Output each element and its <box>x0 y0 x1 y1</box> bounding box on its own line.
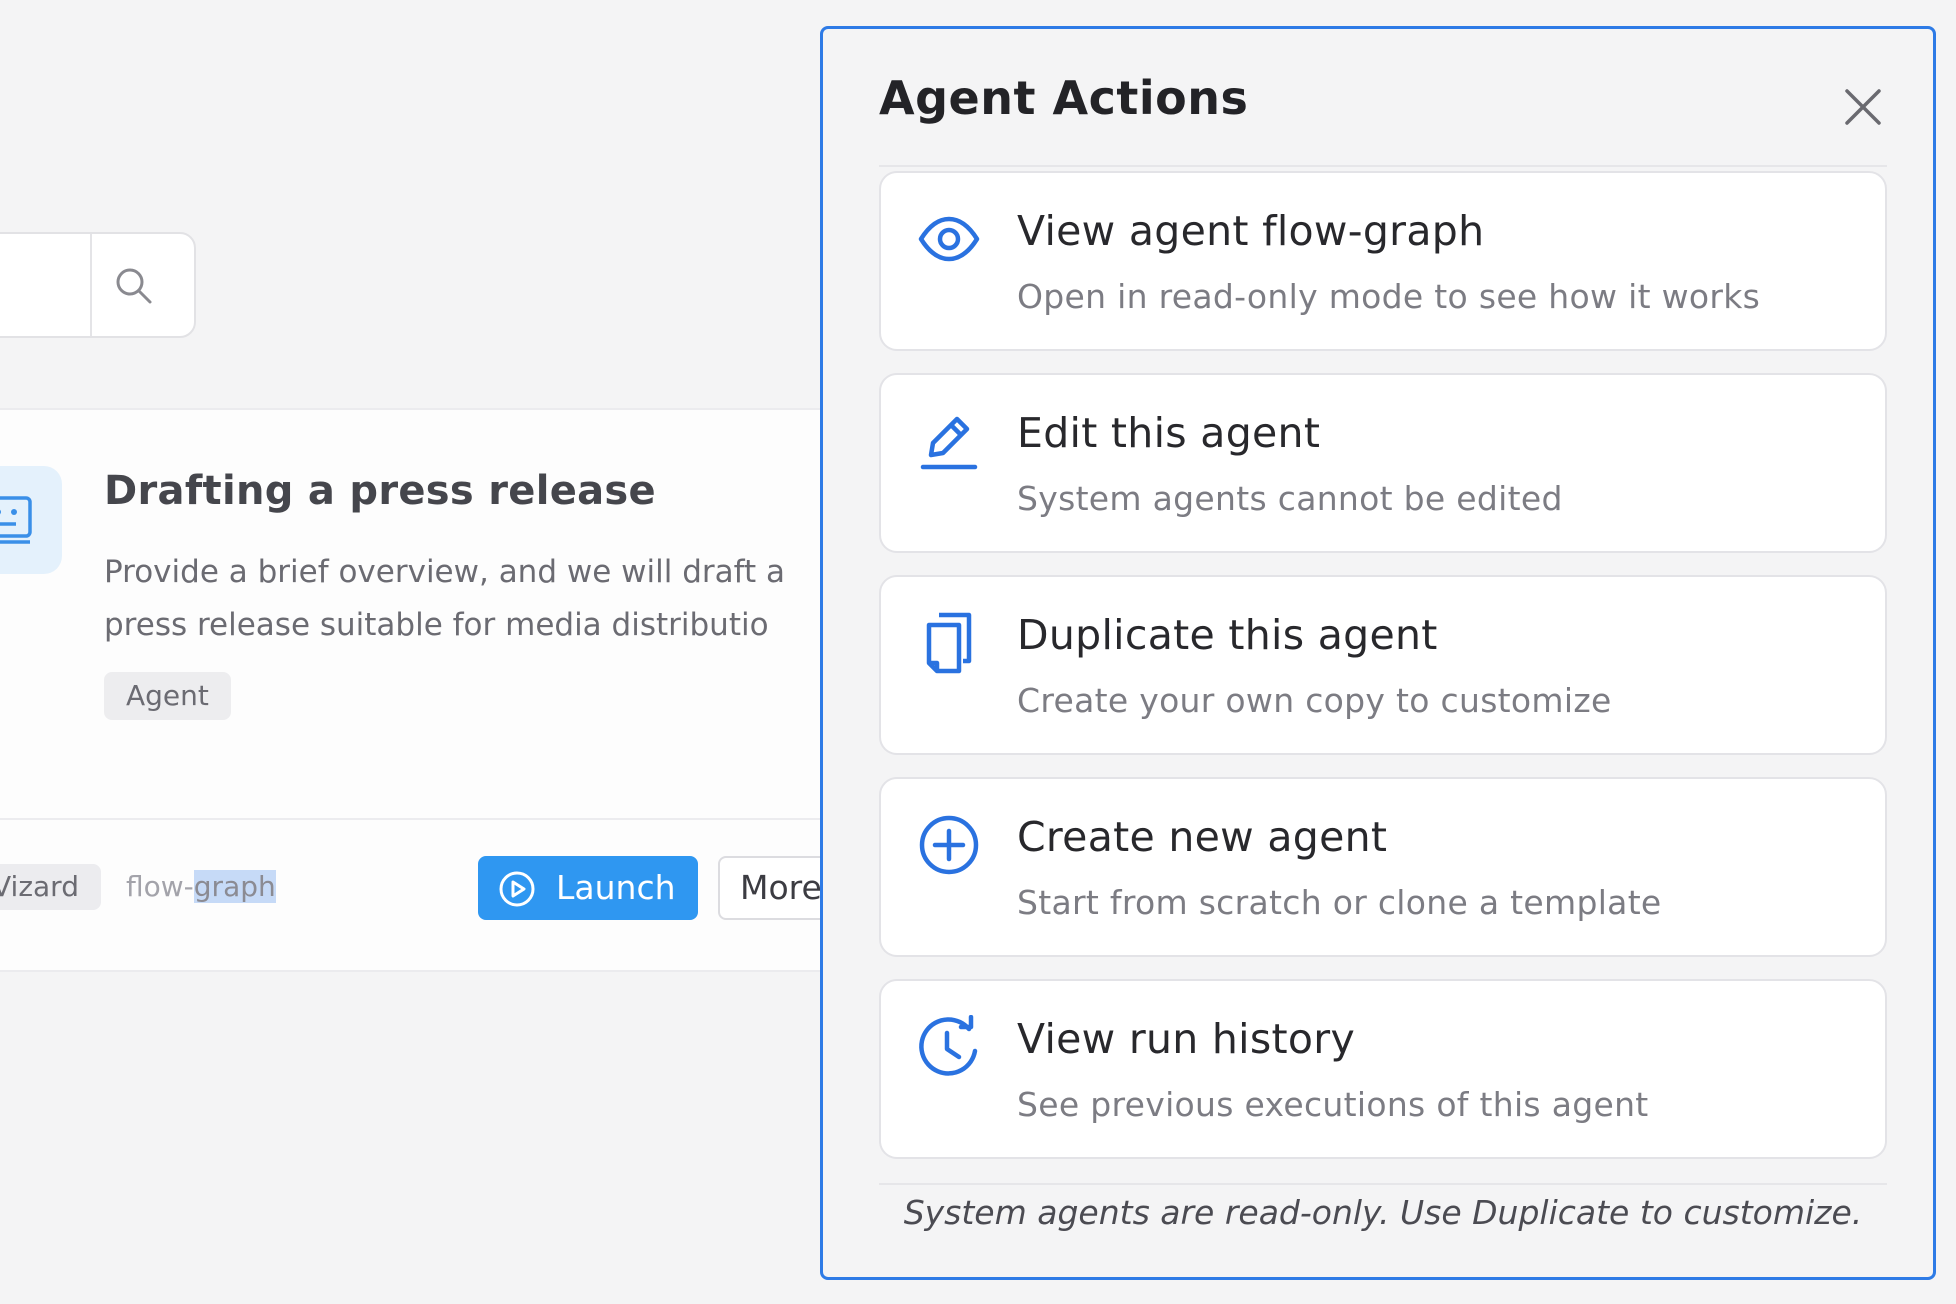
search-icon[interactable] <box>104 256 164 316</box>
search-divider <box>90 234 92 336</box>
action-title: Edit this agent <box>1017 409 1321 457</box>
agent-card[interactable]: Drafting a press release Provide a brief… <box>0 408 878 972</box>
action-view-run-history[interactable]: View run history See previous executions… <box>879 979 1887 1159</box>
action-subtitle: Create your own copy to customize <box>1017 681 1612 720</box>
action-view-flow-graph[interactable]: View agent flow-graph Open in read-only … <box>879 171 1887 351</box>
action-title: Create new agent <box>1017 813 1388 861</box>
action-edit-agent[interactable]: Edit this agent System agents cannot be … <box>879 373 1887 553</box>
agent-avatar <box>0 466 62 574</box>
card-footer-divider <box>0 818 850 820</box>
search-box[interactable] <box>0 232 196 338</box>
panel-title: Agent Actions <box>879 71 1249 125</box>
action-title: View agent flow-graph <box>1017 207 1485 255</box>
header-divider <box>879 165 1887 167</box>
launch-label: Launch <box>556 868 676 907</box>
wizard-tag: Vizard <box>0 864 101 910</box>
footer-note: System agents are read-only. Use Duplica… <box>903 1193 1863 1232</box>
history-icon <box>919 1015 978 1076</box>
card-description-line-1: Provide a brief overview, and we will dr… <box>104 554 785 590</box>
robot-icon <box>0 496 32 544</box>
flow-graph-prefix: flow- <box>126 870 194 903</box>
action-title: View run history <box>1017 1015 1356 1063</box>
duplicate-icon <box>926 612 972 674</box>
agent-tag: Agent <box>104 672 231 720</box>
card-description-line-2: press release suitable for media distrib… <box>104 607 769 643</box>
card-title: Drafting a press release <box>104 468 656 514</box>
launch-button[interactable]: Launch <box>478 856 698 920</box>
flow-graph-tag: flow-graph <box>126 864 276 910</box>
action-subtitle: Open in read-only mode to see how it wor… <box>1017 277 1761 316</box>
agent-actions-panel: Agent Actions View agent flow-graph Open… <box>820 26 1936 1280</box>
flow-graph-selected-text: graph <box>193 870 276 903</box>
footer-divider <box>879 1183 1887 1185</box>
close-icon[interactable] <box>1843 87 1883 127</box>
action-subtitle: Start from scratch or clone a template <box>1017 883 1662 922</box>
card-description: Provide a brief overview, and we will dr… <box>104 546 864 652</box>
action-subtitle: See previous executions of this agent <box>1017 1085 1649 1124</box>
pencil-icon <box>920 416 978 470</box>
action-subtitle: System agents cannot be edited <box>1017 479 1563 518</box>
action-create-agent[interactable]: Create new agent Start from scratch or c… <box>879 777 1887 957</box>
action-duplicate-agent[interactable]: Duplicate this agent Create your own cop… <box>879 575 1887 755</box>
plus-circle-icon <box>919 815 979 875</box>
play-circle-icon <box>499 871 535 907</box>
action-title: Duplicate this agent <box>1017 611 1438 659</box>
eye-icon <box>918 216 980 262</box>
action-list: View agent flow-graph Open in read-only … <box>879 171 1887 1181</box>
close-button[interactable] <box>1833 77 1893 137</box>
